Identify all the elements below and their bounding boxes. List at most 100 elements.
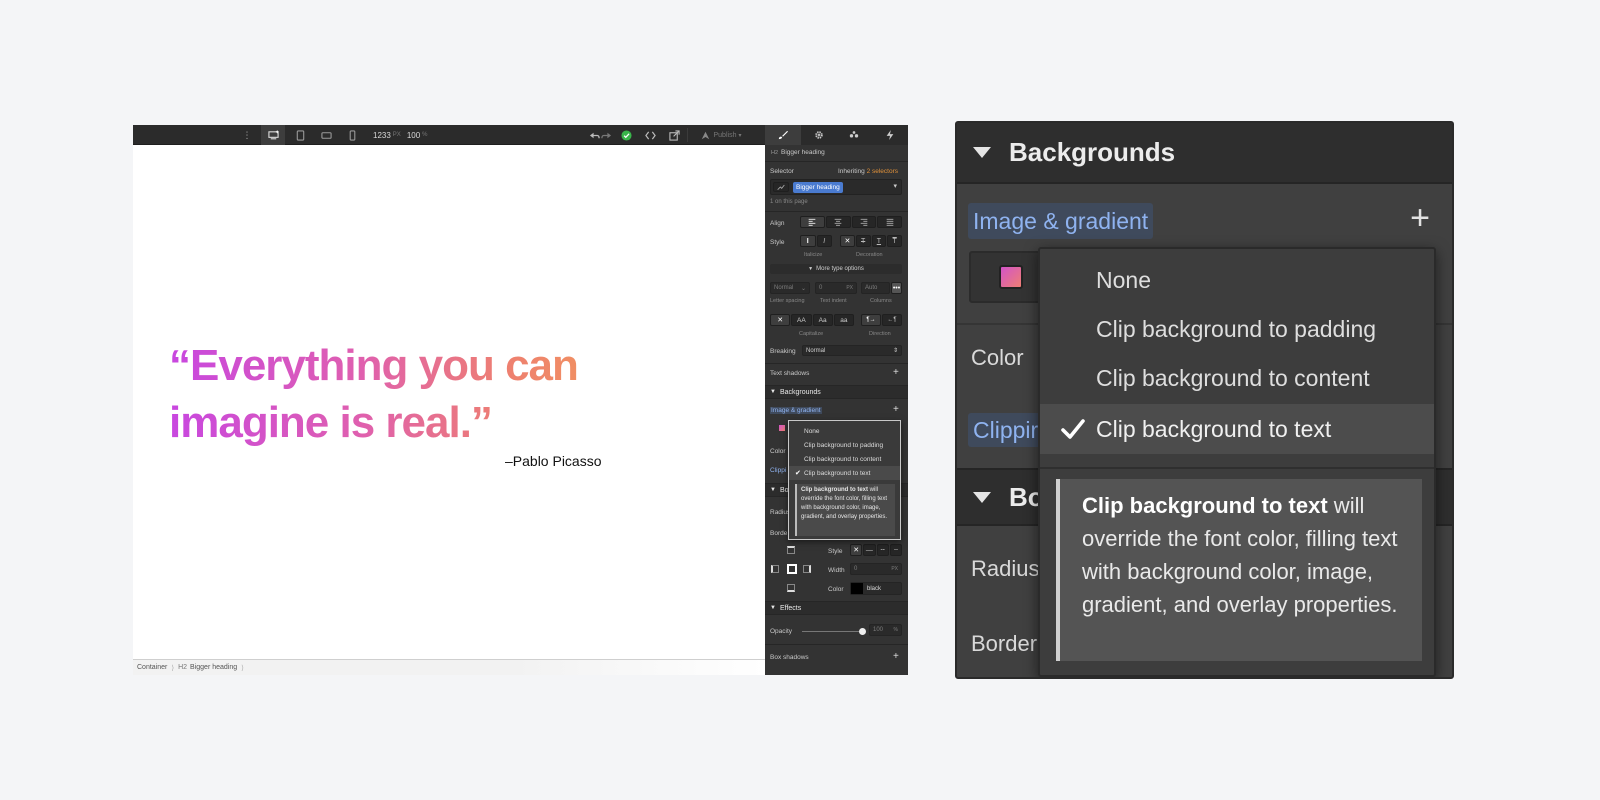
rtl-direction-icon[interactable]: ←¶ (882, 314, 902, 326)
borders-label: Borde (770, 530, 788, 537)
more-vertical-icon[interactable]: ⋮ (241, 125, 253, 145)
border-style-label: Style (828, 548, 843, 555)
overline-icon[interactable]: T (887, 235, 902, 247)
image-gradient-label[interactable]: Image & gradient (770, 407, 822, 414)
viewport-width: 1233 (373, 130, 391, 140)
opacity-slider-track[interactable] (802, 631, 862, 632)
border-color-field[interactable]: black (850, 582, 902, 595)
clip-option-padding[interactable]: Clip background to padding (1040, 304, 1434, 354)
image-gradient-label[interactable]: Image & gradient (968, 203, 1154, 239)
selector-field[interactable]: Bigger heading ▾ (770, 179, 902, 195)
on-page-count: 1 on this page (770, 199, 808, 205)
letter-spacing-field[interactable]: Normal ⌄ (770, 282, 810, 294)
align-right-icon[interactable] (851, 216, 877, 228)
capitalize-option[interactable]: Aa (812, 314, 833, 326)
border-top-icon[interactable] (787, 546, 795, 554)
text-shadows-label: Text shadows (770, 370, 810, 377)
solid-border-icon[interactable]: — (863, 544, 876, 556)
more-type-options-toggle[interactable]: ▼ More type options (770, 264, 902, 274)
border-left-icon[interactable] (771, 565, 779, 573)
italicize-label: Italicize (804, 252, 823, 258)
style-manager-tab-drops-icon[interactable] (837, 125, 873, 145)
tooltip-title: Clip background to text (1082, 493, 1328, 518)
align-justify-icon[interactable] (877, 216, 902, 228)
redo-icon[interactable] (600, 125, 612, 145)
no-capitalize-icon[interactable]: ✕ (770, 314, 791, 326)
add-box-shadow-plus-icon[interactable]: + (893, 651, 899, 662)
backgrounds-section-header[interactable]: ▼ Backgrounds (765, 385, 908, 399)
selected-element: H2 Bigger heading (771, 149, 825, 156)
quote-author[interactable]: –Pablo Picasso (505, 453, 602, 469)
quote-heading[interactable]: “Everything you can imagine is real.” (169, 337, 639, 451)
style-tab-brush-icon[interactable] (765, 125, 801, 145)
interactions-tab-bolt-icon[interactable] (872, 125, 908, 145)
no-decoration-icon[interactable]: ✕ (840, 235, 855, 247)
add-text-shadow-plus-icon[interactable]: + (893, 367, 899, 378)
breadcrumb-item[interactable]: H2 Bigger heading (174, 664, 241, 671)
upright-icon[interactable]: I (800, 235, 816, 247)
inheriting-info: Inheriting 2 selectors (838, 168, 898, 175)
clip-option-content[interactable]: Clip background to content (1040, 353, 1434, 403)
strikethrough-icon[interactable]: T (855, 235, 871, 247)
more-options-icon[interactable]: ••• (891, 282, 902, 294)
zoomed-backgrounds-panel: Backgrounds Image & gradient + Color Cli… (955, 121, 1454, 679)
breaking-select[interactable]: Normal ⇕ (802, 345, 902, 356)
clipping-label[interactable]: Clippir (968, 413, 1048, 447)
undo-icon[interactable] (588, 125, 600, 145)
clip-option-padding[interactable]: Clip background to padding (789, 438, 900, 452)
clip-option-none[interactable]: None (789, 424, 900, 438)
border-width-field[interactable]: 0 PX (850, 563, 902, 575)
add-background-plus-icon[interactable]: + (893, 404, 899, 415)
align-center-icon[interactable] (825, 216, 851, 228)
clip-option-content[interactable]: Clip background to content (789, 452, 900, 466)
dotted-border-icon[interactable]: ┈ (889, 544, 902, 556)
border-right-icon[interactable] (803, 565, 811, 573)
uppercase-option[interactable]: AA (791, 314, 812, 326)
inheriting-selectors-link[interactable]: 2 selectors (867, 168, 898, 175)
align-left-icon[interactable] (800, 216, 825, 228)
add-background-plus-icon[interactable]: + (1403, 201, 1437, 237)
underline-icon[interactable]: T (871, 235, 887, 247)
dashed-border-icon[interactable]: ╌ (876, 544, 889, 556)
code-export-icon[interactable] (641, 125, 659, 145)
chevron-down-icon[interactable]: ▾ (893, 182, 897, 190)
clip-option-text[interactable]: Clip background to text (1040, 404, 1434, 454)
gradient-swatch[interactable] (999, 265, 1023, 289)
text-indent-label: Text indent (820, 298, 847, 304)
lowercase-option[interactable]: aa (833, 314, 854, 326)
selector-style-icon[interactable] (773, 182, 789, 192)
divider (765, 363, 908, 364)
breadcrumb-item[interactable]: Container (133, 664, 171, 671)
tablet-breakpoint-icon[interactable] (289, 125, 311, 145)
italic-icon[interactable]: I (816, 235, 832, 247)
text-indent-field[interactable]: 0 PX (815, 282, 857, 294)
desktop-breakpoint-icon[interactable] (261, 125, 285, 145)
background-color-label: Color (971, 345, 1024, 370)
caret-down-icon (973, 147, 991, 158)
share-icon[interactable] (665, 125, 683, 145)
border-width-label: Width (828, 567, 845, 574)
effects-section-header[interactable]: ▼ Effects (765, 601, 908, 615)
align-label: Align (770, 220, 785, 227)
saved-status-icon (618, 125, 634, 145)
columns-field[interactable]: Auto (861, 282, 890, 294)
border-label: Border (971, 631, 1038, 656)
backgrounds-section-header[interactable]: Backgrounds (957, 123, 1452, 184)
direction-label: Direction (869, 331, 891, 337)
mobile-portrait-breakpoint-icon[interactable] (341, 125, 363, 145)
opacity-field[interactable]: 100% (869, 624, 902, 636)
border-bottom-icon[interactable] (787, 584, 795, 592)
ltr-direction-icon[interactable]: ¶→ (861, 314, 881, 326)
gradient-swatch[interactable] (779, 425, 785, 431)
clip-option-text[interactable]: ✔ Clip background to text (789, 466, 900, 480)
selector-tag[interactable]: Bigger heading (793, 182, 843, 193)
mobile-landscape-breakpoint-icon[interactable] (315, 125, 337, 145)
settings-tab-gear-icon[interactable] (801, 125, 837, 145)
canvas[interactable]: “Everything you can imagine is real.” –P… (133, 145, 765, 659)
checkmark-icon (1061, 419, 1085, 439)
border-all-icon[interactable] (787, 564, 797, 574)
no-border-icon[interactable]: ✕ (850, 544, 863, 556)
publish-button[interactable]: Publish ▾ (693, 125, 749, 145)
opacity-slider-handle[interactable] (859, 628, 866, 635)
clip-option-none[interactable]: None (1040, 255, 1434, 305)
